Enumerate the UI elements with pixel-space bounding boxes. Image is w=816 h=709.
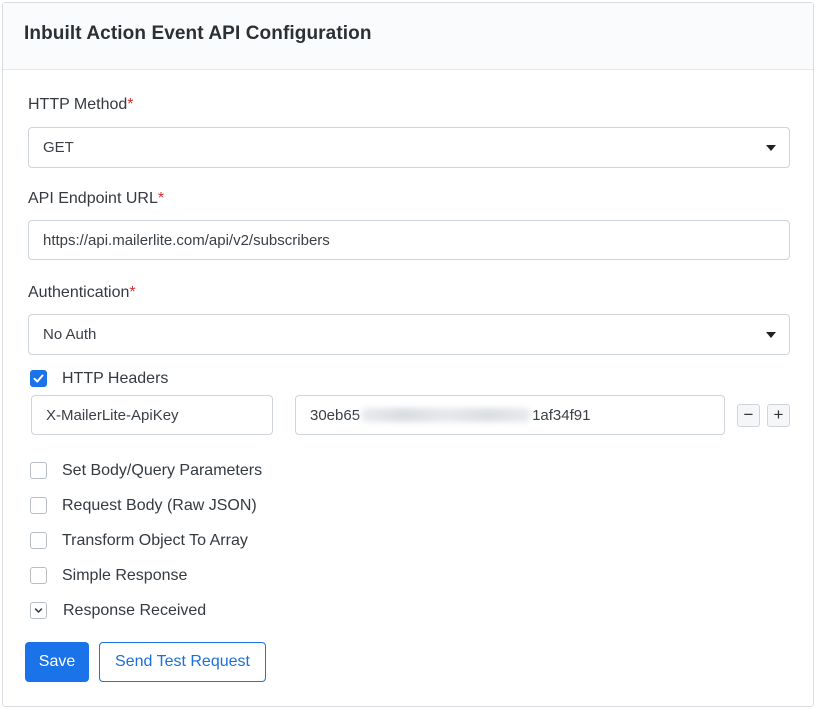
authentication-value: No Auth [43, 326, 97, 343]
required-mark: * [127, 96, 134, 113]
set-body-query-checkbox[interactable] [30, 462, 47, 479]
required-mark: * [157, 190, 165, 207]
save-button[interactable]: Save [25, 642, 89, 682]
option-label: Response Received [63, 602, 207, 619]
response-received-checkbox[interactable] [30, 602, 47, 619]
http-headers-label: HTTP Headers [62, 370, 169, 387]
http-method-value: GET [43, 139, 74, 156]
send-test-request-button[interactable]: Send Test Request [99, 642, 266, 682]
authentication-select[interactable]: No Auth [28, 314, 790, 355]
redacted-blur [361, 408, 532, 422]
simple-response-checkbox[interactable] [30, 567, 47, 584]
caret-down-icon [766, 145, 776, 151]
header-value-prefix: 30eb65 [310, 406, 361, 424]
http-method-label-text: HTTP Method [28, 96, 128, 113]
remove-header-button[interactable]: − [737, 404, 760, 427]
add-header-button[interactable]: + [767, 404, 790, 427]
endpoint-url-value: https://api.mailerlite.com/api/v2/subscr… [43, 231, 330, 249]
authentication-label-text: Authentication [28, 284, 130, 301]
endpoint-label: API Endpoint URL* [28, 190, 164, 208]
caret-down-icon [766, 332, 776, 338]
panel-header: Inbuilt Action Event API Configuration [3, 3, 813, 70]
required-mark: * [129, 284, 136, 301]
header-value-suffix: 1af34f91 [532, 406, 591, 424]
authentication-label: Authentication* [28, 284, 136, 302]
endpoint-label-text: API Endpoint URL [28, 190, 158, 207]
chevron-down-icon [34, 608, 43, 613]
header-key-input[interactable]: X-MailerLite-ApiKey [31, 395, 273, 435]
transform-object-checkbox[interactable] [30, 532, 47, 549]
checkmark-icon [33, 374, 44, 383]
option-label: Simple Response [62, 567, 188, 584]
http-method-label: HTTP Method* [28, 96, 134, 114]
header-value-input[interactable]: 30eb65 1af34f91 [295, 395, 725, 435]
option-label: Transform Object To Array [62, 532, 248, 549]
header-key-value: X-MailerLite-ApiKey [46, 406, 179, 424]
request-body-raw-json-checkbox[interactable] [30, 497, 47, 514]
panel-title: Inbuilt Action Event API Configuration [24, 23, 372, 44]
option-label: Request Body (Raw JSON) [62, 497, 257, 514]
endpoint-url-input[interactable]: https://api.mailerlite.com/api/v2/subscr… [28, 220, 790, 260]
http-method-select[interactable]: GET [28, 127, 790, 168]
http-headers-checkbox[interactable] [30, 370, 47, 387]
option-label: Set Body/Query Parameters [62, 462, 263, 479]
